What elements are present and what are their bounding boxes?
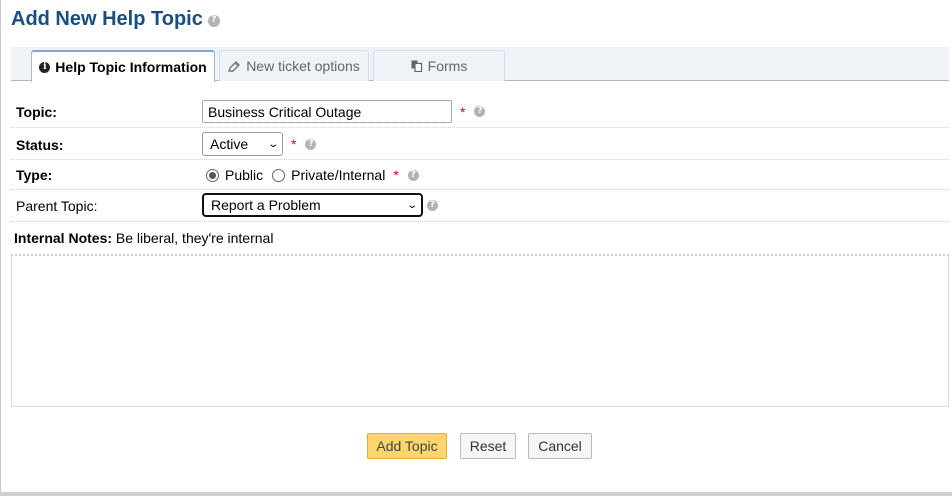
help-icon[interactable]: ? xyxy=(474,106,486,117)
type-public-radio[interactable] xyxy=(206,168,219,182)
info-circle-icon: i xyxy=(39,61,51,73)
page-title: Add New Help Topic ? xyxy=(11,8,220,31)
status-select-value: Active xyxy=(210,136,249,152)
tab-help-topic-information[interactable]: i Help Topic Information xyxy=(31,50,215,82)
window-left-border xyxy=(0,0,1,496)
internal-notes-label: Internal Notes: Be liberal, they're inte… xyxy=(14,230,273,246)
tab-new-ticket-options[interactable]: New ticket options xyxy=(219,50,369,81)
type-private-radio[interactable] xyxy=(272,168,286,182)
page-title-text: Add New Help Topic xyxy=(11,8,203,30)
status-select[interactable]: Active ⌄ xyxy=(202,132,283,156)
tab-label: Help Topic Information xyxy=(55,59,207,75)
tab-bar: i Help Topic Information New ticket opti… xyxy=(11,47,949,82)
help-icon[interactable]: ? xyxy=(305,138,317,150)
copy-icon xyxy=(411,60,423,72)
pencil-icon xyxy=(228,60,241,72)
status-row: Status: Active ⌄ * ? xyxy=(11,128,949,160)
parent-topic-label: Parent Topic: xyxy=(16,198,98,214)
help-icon[interactable]: ? xyxy=(407,169,419,181)
internal-notes-editor[interactable] xyxy=(11,254,949,407)
internal-notes-title: Internal Notes: xyxy=(14,230,113,246)
parent-topic-row: Parent Topic: Report a Problem ⌄ ? xyxy=(11,190,949,222)
chevron-down-icon: ⌄ xyxy=(266,138,279,150)
tab-label: Forms xyxy=(427,58,468,74)
chevron-down-icon: ⌄ xyxy=(405,199,418,211)
reset-button[interactable]: Reset xyxy=(460,433,516,459)
internal-notes-hint: Be liberal, they're internal xyxy=(115,230,274,246)
type-label: Type: xyxy=(16,167,53,183)
status-label: Status: xyxy=(16,137,64,153)
help-icon[interactable]: ? xyxy=(207,14,220,27)
parent-topic-select[interactable]: Report a Problem ⌄ xyxy=(202,193,423,217)
parent-topic-select-value: Report a Problem xyxy=(211,197,321,213)
required-marker: * xyxy=(291,136,297,152)
required-marker: * xyxy=(460,103,466,120)
topic-label: Topic: xyxy=(16,104,57,120)
topic-row: Topic: * ? xyxy=(11,96,949,128)
type-private-label: Private/Internal xyxy=(291,167,386,183)
window-bottom-border xyxy=(0,492,952,496)
tab-forms[interactable]: Forms xyxy=(373,50,505,81)
type-row: Type: Public Private/Internal * ? xyxy=(11,160,949,190)
type-public-label: Public xyxy=(225,167,264,183)
help-icon[interactable]: ? xyxy=(427,199,438,211)
add-topic-button[interactable]: Add Topic xyxy=(367,433,447,459)
cancel-button[interactable]: Cancel xyxy=(528,433,592,459)
topic-input[interactable] xyxy=(202,100,452,123)
tab-label: New ticket options xyxy=(246,58,360,74)
required-marker: * xyxy=(393,167,399,183)
